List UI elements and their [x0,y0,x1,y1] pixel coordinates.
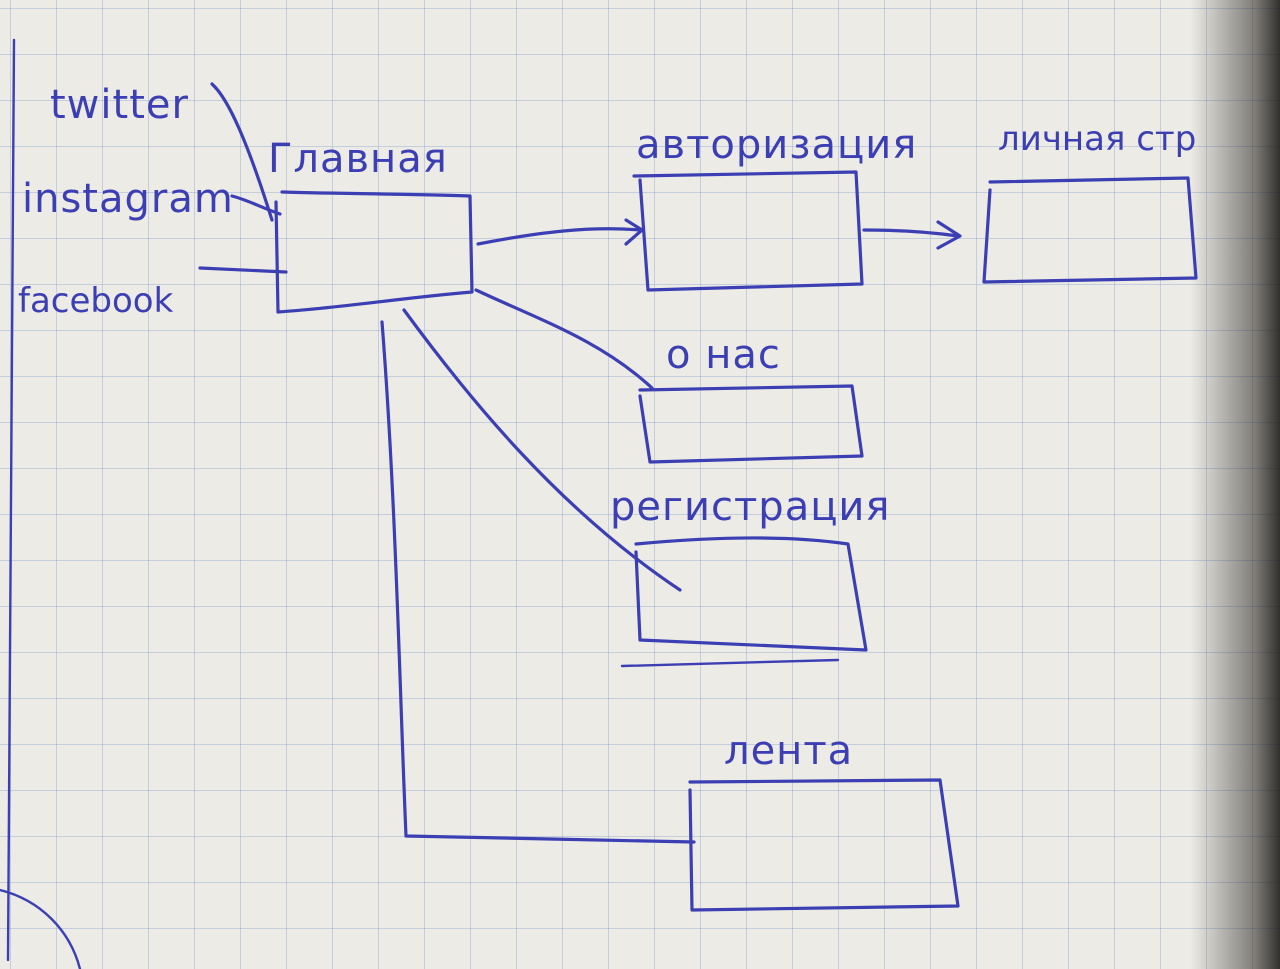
registration-page-label: регистрация [610,484,891,530]
instagram-connector [230,194,282,216]
notebook-sheet: twitter instagram facebook Главная автор… [0,0,1280,969]
main-page-label: Главная [268,136,448,182]
margin-line [6,38,16,962]
registration-page-box[interactable] [634,536,868,652]
twitter-label: twitter [50,82,189,128]
feed-page-box[interactable] [688,778,960,912]
corner-arc [0,888,82,969]
about-page-box[interactable] [638,384,864,464]
auth-page-box[interactable] [632,170,864,292]
personal-page-label: личная стр [998,119,1196,159]
main-to-feed-connector [380,320,696,844]
auth-to-personal-arrow [862,220,962,250]
registration-underline [620,658,840,668]
main-to-about-connector [474,288,654,390]
main-to-auth-arrow [476,218,644,246]
main-to-registration-connector [402,308,682,592]
personal-page-box[interactable] [982,176,1198,284]
auth-page-label: авторизация [636,122,917,168]
site-map-diagram: twitter instagram facebook Главная автор… [0,38,1198,969]
about-page-label: о нас [666,332,781,378]
main-page-box[interactable] [274,190,474,314]
facebook-connector [198,266,288,274]
feed-page-label: лента [724,728,853,774]
facebook-label: facebook [18,281,174,321]
instagram-label: instagram [22,176,234,222]
